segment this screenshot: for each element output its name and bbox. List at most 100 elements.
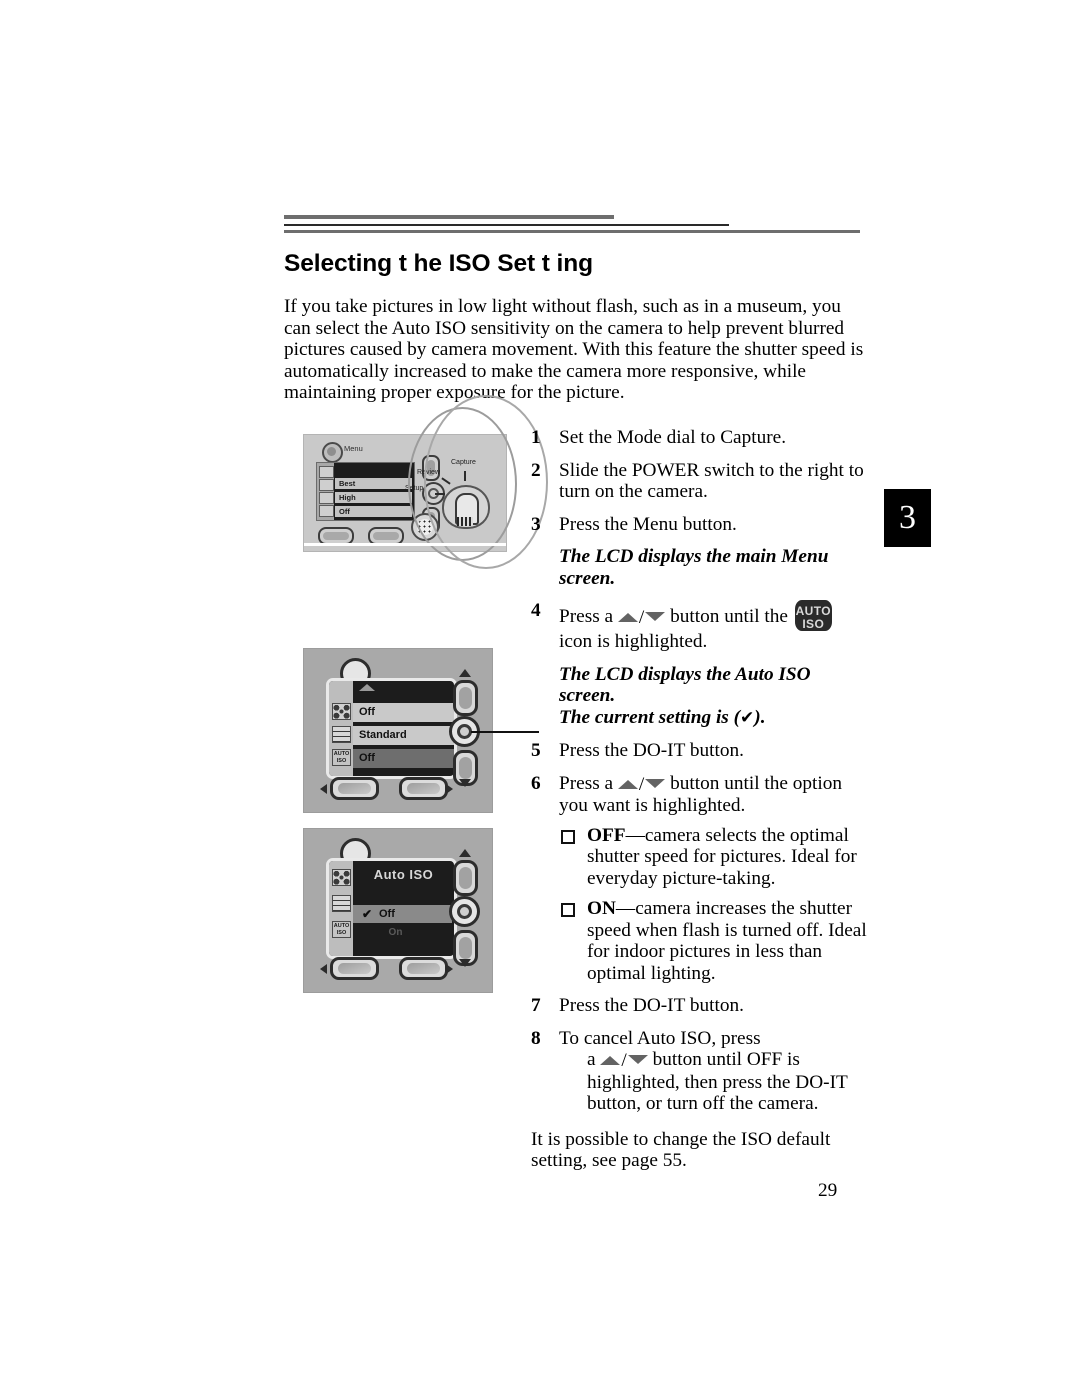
step-4-note: The LCD displays the Auto ISO screen. Th… <box>559 664 871 730</box>
step-text: Set the Mode dial to Capture. <box>559 427 787 448</box>
right-soft-button-icon <box>399 957 448 980</box>
step-text: Press the Menu button. <box>559 513 737 535</box>
step-4-note-line1: The LCD displays the Auto ISO screen. <box>559 663 811 707</box>
figure-menu-screen: AUTO ISO Off Standard Off <box>303 648 493 813</box>
closing-paragraph: It is possible to change the ISO default… <box>531 1128 831 1172</box>
step-8-cont-pre: a <box>587 1049 596 1070</box>
option-off-desc: —camera selects the optimal shutter spee… <box>587 824 857 889</box>
up-down-button-icon: / <box>600 1050 648 1072</box>
left-soft-button-icon <box>330 957 379 980</box>
menu-button-icon <box>322 442 343 463</box>
option-on-text: ON—camera increases the shutter speed wh… <box>587 898 871 984</box>
option-on-desc: —camera increases the shutter speed when… <box>587 898 867 984</box>
auto-iso-icon-line2: ISO <box>336 758 347 764</box>
menu-row: Standard <box>353 726 454 745</box>
checkbox-icon <box>561 829 575 844</box>
step-6-pre: Press a <box>559 772 614 794</box>
step-4-note-line2-pre: The current setting is ( <box>559 706 741 728</box>
grid-icon <box>332 726 351 743</box>
lcd-side-icon <box>319 505 334 517</box>
up-button-icon <box>453 860 478 896</box>
do-it-button-icon <box>449 896 480 927</box>
header-rule-bottom <box>284 230 860 233</box>
auto-iso-icon-line2: ISO <box>336 930 347 936</box>
step-number: 7 <box>531 995 541 1016</box>
grid-icon <box>332 895 351 912</box>
step-5: 5 Press the DO-IT button. <box>531 740 871 762</box>
autoiso-option-selected-label: Off <box>379 908 395 920</box>
step-6-options: OFF—camera selects the optimal shutter s… <box>559 825 871 985</box>
step-number: 5 <box>531 740 541 761</box>
page-title: Selecting t he ISO Set t ing <box>284 250 593 277</box>
option-off-label: OFF <box>587 824 626 846</box>
menu-row-highlighted: Off <box>353 749 454 768</box>
left-arrow-icon <box>320 964 327 974</box>
step-text: Press a / button until the AUTO ISO icon… <box>559 600 871 653</box>
step-8: 8 To cancel Auto ISO, press a / button u… <box>531 1028 871 1115</box>
step-number: 1 <box>531 427 541 448</box>
flower-icon <box>332 869 351 886</box>
checkbox-icon <box>561 903 575 917</box>
lcd-menu-row: High <box>335 492 412 503</box>
chapter-tab: 3 <box>884 489 931 547</box>
right-arrow-icon <box>446 964 453 974</box>
auto-iso-icon-line2: ISO <box>802 617 825 631</box>
arrow-up-icon <box>459 669 471 677</box>
instruction-steps: 1 Set the Mode dial to Capture. 2 Slide … <box>531 427 871 1172</box>
option-off: OFF—camera selects the optimal shutter s… <box>559 825 871 890</box>
step-number: 4 <box>531 600 541 621</box>
lcd-side-icon <box>319 479 334 491</box>
auto-iso-icon-line1: AUTO <box>333 923 350 929</box>
step-2: 2 Slide the POWER switch to the right to… <box>531 460 871 503</box>
autoiso-option-selected: ✔ Off <box>353 905 452 923</box>
menu-button-label: Menu <box>344 444 363 453</box>
option-on: ON—camera increases the shutter speed wh… <box>559 898 871 984</box>
option-on-label: ON <box>587 898 616 919</box>
arrow-up-icon <box>459 849 471 857</box>
lcd-menu-row: Off <box>335 506 412 517</box>
step-4-pre: Press a <box>559 606 614 627</box>
arrow-down-icon <box>459 779 471 787</box>
left-arrow-icon <box>320 784 327 794</box>
step-text: Slide the POWER switch to the right to t… <box>559 459 864 503</box>
step-number: 3 <box>531 513 541 535</box>
callout-line-to-step6 <box>471 731 539 733</box>
figure-autoiso-screen: AUTO ISO Auto ISO ✔ Off On <box>303 828 493 993</box>
step-text: Press a / button until the option you wa… <box>559 773 871 817</box>
check-icon: ✔ <box>740 707 755 728</box>
page-number: 29 <box>818 1180 838 1201</box>
autoiso-screen-title: Auto ISO <box>373 867 434 882</box>
header-rule-top <box>284 215 614 219</box>
lcd-menu-row: Best <box>335 478 412 489</box>
figure-camera-back: Menu Best High Off Capture Review Setup <box>303 395 548 569</box>
lcd-side-icon <box>319 466 334 478</box>
flower-icon <box>332 703 351 720</box>
header-rule-middle <box>284 224 729 226</box>
right-soft-button-icon <box>399 777 448 800</box>
scroll-up-icon <box>359 684 375 691</box>
autoiso-option-other: On <box>388 927 403 938</box>
auto-iso-icon: AUTO ISO <box>332 921 351 938</box>
step-6: 6 Press a / button until the option you … <box>531 773 871 985</box>
camera-body-bottom-edge <box>304 543 506 546</box>
lcd-screen: AUTO ISO Auto ISO ✔ Off On <box>326 858 457 959</box>
step-8-continuation: a / button until OFF is highlighted, the… <box>587 1049 871 1115</box>
option-off-text: OFF—camera selects the optimal shutter s… <box>587 825 871 890</box>
lcd-side-icon <box>319 492 334 504</box>
left-soft-button-icon <box>330 777 379 800</box>
step-4-mid: button until the <box>670 606 788 627</box>
step-number: 8 <box>531 1027 541 1049</box>
step-3: 3 Press the Menu button. <box>531 514 871 536</box>
up-button-icon <box>453 680 478 716</box>
up-down-button-icon: / <box>617 774 666 796</box>
step-number: 6 <box>531 772 541 794</box>
auto-iso-icon: AUTO ISO <box>794 600 832 631</box>
menu-row: Off <box>353 703 454 722</box>
lcd-screen: AUTO ISO Off Standard Off <box>326 678 457 779</box>
check-icon: ✔ <box>362 907 373 921</box>
camera-lcd-menu: Best High Off <box>316 462 415 521</box>
step-1: 1 Set the Mode dial to Capture. <box>531 427 871 449</box>
step-4-post: icon is highlighted. <box>559 631 708 652</box>
step-text: Press the DO-IT button. <box>559 740 744 761</box>
up-down-button-icon: / <box>617 607 666 629</box>
